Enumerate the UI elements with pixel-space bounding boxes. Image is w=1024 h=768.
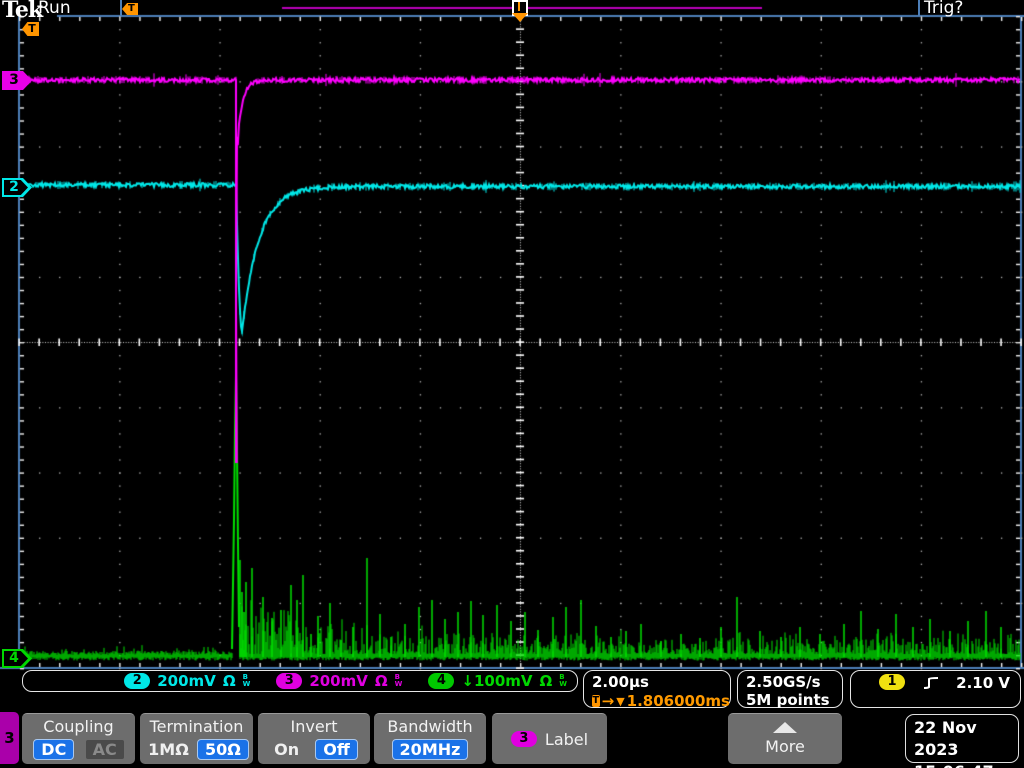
channel-2-marker[interactable]: 2 bbox=[2, 178, 32, 197]
coupling-ac-option[interactable]: AC bbox=[85, 740, 124, 759]
ch2-readout: 2 200mV Ω BW bbox=[124, 672, 250, 690]
invert-button[interactable]: Invert On Off bbox=[258, 713, 370, 764]
record-length: 5M points bbox=[746, 691, 830, 709]
acquisition-status: Run bbox=[38, 0, 71, 18]
expansion-point-arrow-icon bbox=[512, 13, 528, 22]
ch4-badge: 4 bbox=[428, 673, 455, 689]
invert-on-option[interactable]: On bbox=[270, 740, 303, 759]
timebase: 2.00µs bbox=[592, 673, 649, 691]
waveform-display bbox=[0, 0, 1024, 768]
menu-channel-tab: 3 bbox=[0, 712, 19, 764]
ch2-bandwidth-icon: BW bbox=[242, 673, 251, 688]
ch4-scale: ↓100mV bbox=[461, 672, 533, 690]
channel-4-marker[interactable]: 4 bbox=[2, 649, 32, 668]
termination-50-option[interactable]: 50Ω bbox=[196, 739, 249, 760]
bandwidth-button[interactable]: Bandwidth 20MHz bbox=[374, 713, 486, 764]
ch4-impedance: Ω bbox=[539, 672, 553, 690]
channel-readouts[interactable]: 2 200mV Ω BW 3 200mV Ω BW 4 ↓100mV Ω BW bbox=[22, 670, 578, 692]
ch4-bandwidth-icon: BW bbox=[559, 673, 567, 688]
ch4-readout: 4 ↓100mV Ω BW bbox=[428, 672, 567, 690]
trigger-t-icon: T bbox=[592, 695, 600, 707]
horizontal-readout[interactable]: 2.00µs T → ▼ 1.806000ms bbox=[583, 670, 731, 710]
sample-rate: 2.50GS/s bbox=[746, 673, 821, 691]
acquisition-readout[interactable]: 2.50GS/s 5M points bbox=[737, 670, 843, 709]
more-button[interactable]: More bbox=[728, 713, 842, 764]
coupling-dc-option[interactable]: DC bbox=[33, 739, 75, 760]
trigger-delay: T → ▼ 1.806000ms bbox=[592, 692, 730, 710]
time: 15:06:47 bbox=[914, 761, 1018, 768]
record-bar-left-cap bbox=[120, 0, 122, 16]
trigger-source-badge: 1 bbox=[879, 674, 905, 690]
ch2-scale: 200mV bbox=[157, 672, 216, 690]
label-channel-badge: 3 bbox=[510, 731, 537, 747]
ch3-bandwidth-icon: BW bbox=[394, 673, 403, 688]
oscilloscope-screen: Tek Run Trig? T T 3 2 4 2 200mV Ω BW 3 2… bbox=[0, 0, 1024, 768]
label-button[interactable]: 3 Label bbox=[492, 713, 607, 764]
up-triangle-icon bbox=[773, 722, 797, 733]
ch3-impedance: Ω bbox=[374, 672, 388, 690]
ch3-badge: 3 bbox=[276, 673, 303, 689]
ch3-readout: 3 200mV Ω BW bbox=[276, 672, 402, 690]
record-bar-right-cap bbox=[918, 0, 920, 16]
tek-logo: Tek bbox=[2, 0, 43, 23]
coupling-button[interactable]: Coupling DC AC bbox=[22, 713, 135, 764]
trigger-status: Trig? bbox=[924, 0, 964, 18]
ch3-scale: 200mV bbox=[309, 672, 368, 690]
termination-button[interactable]: Termination 1MΩ 50Ω bbox=[140, 713, 253, 764]
trigger-readout[interactable]: 1 2.10 V bbox=[850, 670, 1021, 708]
channel-3-marker[interactable]: 3 bbox=[2, 71, 32, 90]
datetime-box: 22 Nov 2023 15:06:47 bbox=[905, 714, 1019, 768]
ch2-badge: 2 bbox=[124, 673, 151, 689]
ch2-impedance: Ω bbox=[222, 672, 236, 690]
date: 22 Nov 2023 bbox=[914, 718, 977, 759]
termination-1m-option[interactable]: 1MΩ bbox=[144, 740, 193, 759]
bandwidth-20mhz-option[interactable]: 20MHz bbox=[391, 739, 469, 760]
invert-off-option[interactable]: Off bbox=[315, 739, 358, 760]
rising-edge-icon bbox=[923, 677, 939, 689]
trigger-level-value: 2.10 V bbox=[956, 674, 1010, 692]
